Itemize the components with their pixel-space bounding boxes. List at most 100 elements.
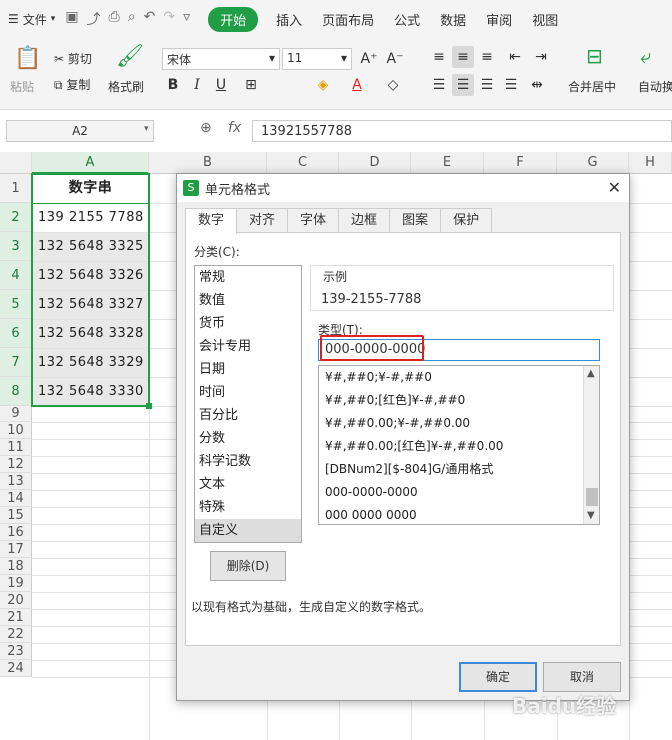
tab-border[interactable]: 边框 — [338, 208, 391, 232]
bold-icon[interactable]: B — [162, 74, 184, 96]
format-painter-icon[interactable]: 🖌 — [116, 44, 144, 69]
delete-button[interactable]: 删除(D) — [210, 551, 286, 581]
tab-formulas[interactable]: 公式 — [384, 10, 430, 29]
column-header-b[interactable]: B — [149, 152, 267, 174]
redo-icon[interactable]: ↷ — [163, 9, 175, 29]
row-header[interactable]: 24 — [0, 660, 32, 677]
format-item[interactable]: 000 0000 0000 — [319, 504, 599, 527]
column-header-f[interactable]: F — [484, 152, 557, 174]
tab-alignment[interactable]: 对齐 — [236, 208, 289, 232]
category-item[interactable]: 货币 — [195, 312, 301, 335]
tab-view[interactable]: 视图 — [522, 10, 568, 29]
column-header-a[interactable]: A — [32, 152, 149, 174]
cut-button[interactable]: ✂ 剪切 — [54, 50, 92, 67]
row-header[interactable]: 12 — [0, 456, 32, 473]
category-item[interactable]: 时间 — [195, 381, 301, 404]
format-item[interactable]: ¥#,##0;[红色]¥-#,##0 — [319, 389, 599, 412]
format-item[interactable]: ¥#,##0.00;[红色]¥-#,##0.00 — [319, 435, 599, 458]
column-header-e[interactable]: E — [411, 152, 484, 174]
formula-input[interactable]: 13921557788 — [252, 120, 672, 142]
row-header[interactable]: 22 — [0, 626, 32, 643]
indent-increase-icon[interactable]: ⇥ — [530, 46, 552, 68]
scrollbar[interactable]: ▲ ▼ — [583, 366, 599, 524]
underline-icon[interactable]: U — [210, 74, 232, 96]
tab-review[interactable]: 审阅 — [476, 10, 522, 29]
save-icon[interactable]: ▣ — [65, 9, 78, 29]
category-item[interactable]: 文本 — [195, 473, 301, 496]
chevron-up-icon[interactable]: ▲ — [587, 368, 595, 379]
tab-data[interactable]: 数据 — [430, 10, 476, 29]
row-header[interactable]: 19 — [0, 575, 32, 592]
select-all-corner[interactable] — [0, 152, 32, 174]
tab-font[interactable]: 字体 — [287, 208, 340, 232]
category-item[interactable]: 分数 — [195, 427, 301, 450]
distribute-icon[interactable]: ⇹ — [526, 74, 548, 96]
row-header[interactable]: 9 — [0, 406, 32, 422]
tab-number[interactable]: 数字 — [185, 208, 238, 234]
align-bottom-icon[interactable]: ≡ — [476, 46, 498, 68]
paste-label[interactable]: 粘贴 — [10, 78, 34, 95]
zoom-icon[interactable]: ⊕ — [200, 120, 212, 136]
column-header-h[interactable]: H — [629, 152, 672, 174]
fill-color-icon[interactable]: ◈ — [312, 74, 334, 96]
category-item[interactable]: 科学记数 — [195, 450, 301, 473]
column-header-g[interactable]: G — [557, 152, 629, 174]
category-item[interactable]: 常规 — [195, 266, 301, 289]
justify-icon[interactable]: ☰ — [500, 74, 522, 96]
copy-button[interactable]: ⧉ 复制 — [54, 76, 90, 93]
row-header[interactable]: 15 — [0, 507, 32, 524]
column-header-d[interactable]: D — [339, 152, 411, 174]
row-header[interactable]: 10 — [0, 422, 32, 439]
column-header-c[interactable]: C — [267, 152, 339, 174]
undo-icon[interactable]: ↶ — [144, 9, 156, 29]
row-header[interactable]: 5 — [0, 290, 32, 319]
tab-insert[interactable]: 插入 — [266, 10, 312, 29]
row-header[interactable]: 6 — [0, 319, 32, 348]
row-header[interactable]: 8 — [0, 377, 32, 406]
export-icon[interactable]: ⤴ — [87, 9, 101, 29]
category-item[interactable]: 日期 — [195, 358, 301, 381]
wrap-icon[interactable]: ⤶ — [640, 44, 651, 68]
category-list[interactable]: 常规 数值 货币 会计专用 日期 时间 百分比 分数 科学记数 文本 特殊 自定… — [194, 265, 302, 543]
merge-icon[interactable]: ⊟ — [586, 44, 603, 68]
indent-decrease-icon[interactable]: ⇤ — [504, 46, 526, 68]
row-header[interactable]: 18 — [0, 558, 32, 575]
align-right-icon[interactable]: ☰ — [476, 74, 498, 96]
row-header[interactable]: 21 — [0, 609, 32, 626]
close-icon[interactable]: ✕ — [608, 178, 621, 197]
row-header[interactable]: 20 — [0, 592, 32, 609]
category-item[interactable]: 特殊 — [195, 496, 301, 519]
font-size-select[interactable]: 11 ▾ — [282, 48, 352, 70]
format-item[interactable]: ¥#,##0.00;¥-#,##0.00 — [319, 412, 599, 435]
font-grow-icon[interactable]: A⁺ — [358, 48, 380, 70]
wrap-text-button[interactable]: 自动换 — [638, 78, 672, 95]
align-top-icon[interactable]: ≡ — [428, 46, 450, 68]
tab-page-layout[interactable]: 页面布局 — [312, 10, 384, 29]
row-header[interactable]: 13 — [0, 473, 32, 490]
more-icon[interactable]: ▿ — [183, 9, 190, 29]
align-center-icon[interactable]: ☰ — [452, 74, 474, 96]
category-item[interactable]: 数值 — [195, 289, 301, 312]
cancel-button[interactable]: 取消 — [543, 662, 621, 692]
file-menu[interactable]: ☰ 文件 ▾ — [0, 11, 55, 28]
chevron-down-icon[interactable]: ▾ — [144, 124, 149, 134]
row-header[interactable]: 4 — [0, 261, 32, 290]
row-header[interactable]: 17 — [0, 541, 32, 558]
row-header[interactable]: 1 — [0, 174, 32, 203]
format-painter-label[interactable]: 格式刷 — [108, 78, 144, 95]
print-icon[interactable]: ⎙ — [109, 9, 120, 29]
format-item[interactable]: ¥#,##0;¥-#,##0 — [319, 366, 599, 389]
row-header[interactable]: 23 — [0, 643, 32, 660]
fill-handle[interactable] — [146, 403, 152, 409]
merge-center-button[interactable]: 合并居中 — [568, 78, 616, 95]
row-header[interactable]: 11 — [0, 439, 32, 456]
border-icon[interactable]: ⊞ — [240, 74, 262, 96]
row-header[interactable]: 7 — [0, 348, 32, 377]
font-color-icon[interactable]: A — [346, 74, 368, 96]
row-header[interactable]: 3 — [0, 232, 32, 261]
format-item[interactable]: 000-0000-0000 — [319, 481, 599, 504]
clear-icon[interactable]: ◇ — [382, 74, 404, 96]
tab-start[interactable]: 开始 — [208, 6, 259, 32]
tab-protection[interactable]: 保护 — [440, 208, 493, 232]
font-shrink-icon[interactable]: A⁻ — [384, 48, 406, 70]
